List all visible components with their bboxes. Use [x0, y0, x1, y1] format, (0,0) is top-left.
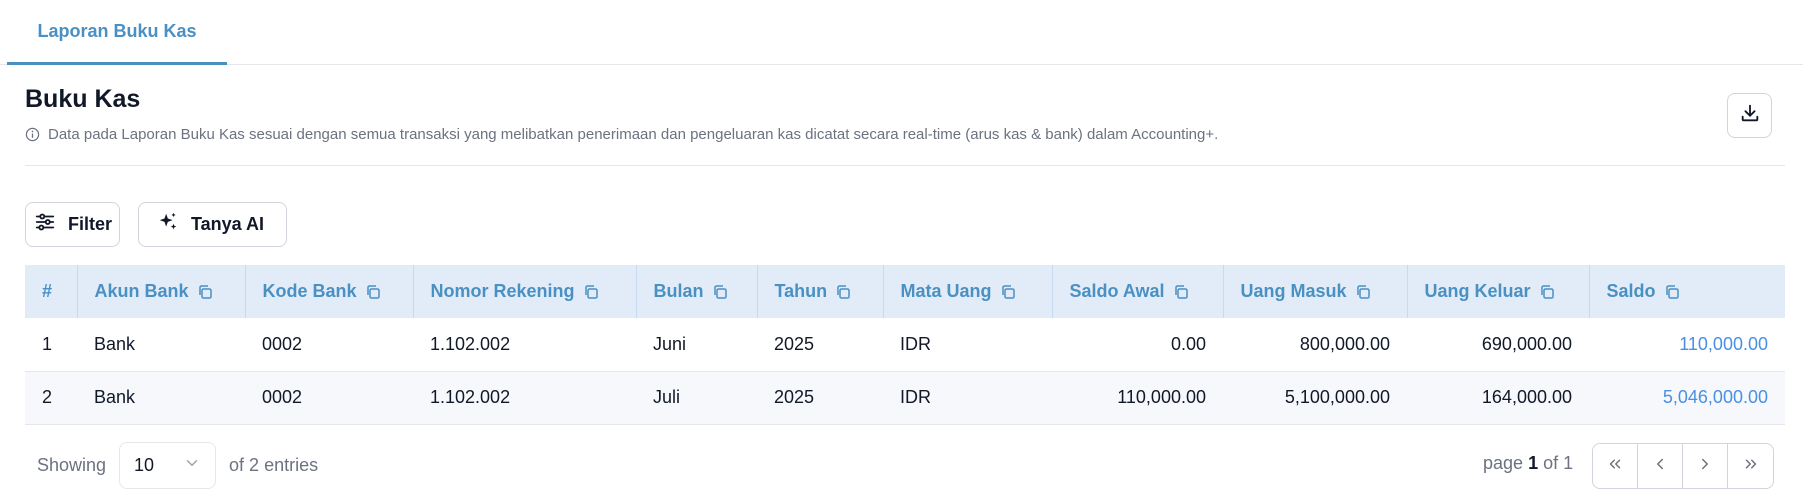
column-header-bulan[interactable]: Bulan [636, 265, 758, 318]
column-header-kode-bank[interactable]: Kode Bank [245, 265, 414, 318]
tab-laporan-buku-kas[interactable]: Laporan Buku Kas [7, 0, 227, 65]
download-button[interactable] [1727, 93, 1772, 138]
pagination-summary: Showing 10 of 2 entries [37, 442, 318, 489]
cell-tahun: 2025 [774, 333, 815, 354]
table-row: 1 Bank 0002 1.102.002 Juni 2025 IDR 0.00… [25, 318, 1785, 371]
column-header-number: # [25, 265, 78, 318]
column-header-label: Mata Uang [900, 281, 992, 301]
cell-saldo-link[interactable]: 110,000.00 [1589, 318, 1785, 371]
chevron-down-icon [183, 454, 201, 477]
table-header-row: # Akun Bank Kode Bank Nomor Rekening Bul… [25, 265, 1785, 318]
tanya-ai-button[interactable]: Tanya AI [138, 202, 287, 247]
copy-icon[interactable] [712, 284, 728, 300]
copy-icon[interactable] [1664, 284, 1680, 300]
cell-number: 2 [42, 387, 53, 407]
cash-book-table: # Akun Bank Kode Bank Nomor Rekening Bul… [25, 265, 1785, 425]
cell-uang-masuk: 5,100,000.00 [1284, 387, 1390, 407]
first-page-button[interactable] [1593, 444, 1638, 488]
column-header-label: Kode Bank [262, 281, 357, 301]
next-page-button[interactable] [1683, 444, 1728, 488]
cell-akun-bank: Bank [94, 387, 136, 407]
showing-label: Showing [37, 455, 107, 475]
cell-uang-masuk: 800,000.00 [1299, 333, 1390, 354]
cell-uang-keluar: 164,000.00 [1481, 387, 1572, 407]
sparkles-icon [157, 211, 179, 238]
chevrons-right-icon [1742, 455, 1760, 478]
column-header-nomor-rekening[interactable]: Nomor Rekening [413, 265, 637, 318]
table-row: 2 Bank 0002 1.102.002 Juli 2025 IDR 110,… [25, 371, 1785, 424]
page-size-value: 10 [134, 455, 155, 475]
column-header-label: Akun Bank [94, 281, 189, 301]
cell-bulan: Juni [653, 333, 687, 354]
page-title: Buku Kas [25, 85, 141, 113]
chevron-left-icon [1651, 455, 1669, 478]
column-header-label: Uang Masuk [1240, 281, 1347, 301]
copy-icon[interactable] [835, 284, 851, 300]
filter-button[interactable]: Filter [25, 202, 120, 247]
sliders-icon [34, 211, 56, 238]
cell-nomor-rekening: 1.102.002 [430, 387, 511, 407]
column-header-tahun[interactable]: Tahun [757, 265, 884, 318]
column-header-uang-masuk[interactable]: Uang Masuk [1223, 265, 1408, 318]
chevron-right-icon [1696, 455, 1714, 478]
of-label: of [1543, 453, 1559, 473]
page-description: Data pada Laporan Buku Kas sesuai dengan… [25, 126, 1218, 143]
section-divider [25, 165, 1785, 166]
cell-kode-bank: 0002 [262, 387, 303, 407]
page-description-text: Data pada Laporan Buku Kas sesuai dengan… [48, 126, 1219, 143]
cell-kode-bank: 0002 [262, 333, 303, 354]
entries-text: of 2 entries [229, 455, 319, 475]
last-page-button[interactable] [1728, 444, 1773, 488]
cell-saldo-awal: 110,000.00 [1117, 387, 1206, 407]
cell-number: 1 [42, 333, 53, 354]
column-header-uang-keluar[interactable]: Uang Keluar [1407, 265, 1590, 318]
filter-label: Filter [68, 214, 113, 234]
chevrons-left-icon [1606, 455, 1624, 478]
cell-bulan: Juli [653, 387, 681, 407]
copy-icon[interactable] [1000, 284, 1016, 300]
copy-icon[interactable] [197, 284, 213, 300]
download-icon [1739, 102, 1761, 129]
column-header-label: Tahun [774, 281, 828, 301]
copy-icon[interactable] [1539, 284, 1555, 300]
column-header-label: Saldo [1606, 281, 1656, 301]
cell-mata-uang: IDR [900, 387, 931, 407]
page-label: page [1483, 453, 1524, 473]
cell-tahun: 2025 [774, 387, 815, 407]
column-header-akun-bank[interactable]: Akun Bank [77, 265, 246, 318]
cell-uang-keluar: 690,000.00 [1481, 333, 1572, 354]
tanya-ai-label: Tanya AI [191, 214, 265, 234]
column-header-label: Bulan [653, 281, 704, 301]
cell-nomor-rekening: 1.102.002 [430, 333, 511, 354]
copy-icon[interactable] [365, 284, 381, 300]
cell-saldo-link[interactable]: 5,046,000.00 [1589, 371, 1785, 424]
info-icon [25, 127, 40, 142]
copy-icon[interactable] [1173, 284, 1189, 300]
column-header-label: Uang Keluar [1424, 281, 1531, 301]
tab-bar: Laporan Buku Kas [0, 0, 1803, 65]
copy-icon[interactable] [583, 284, 599, 300]
column-header-label: Saldo Awal [1069, 281, 1165, 301]
cell-mata-uang: IDR [900, 333, 931, 354]
cell-saldo-awal: 0.00 [1170, 333, 1206, 354]
page-size-select[interactable]: 10 [119, 442, 217, 489]
current-page: 1 [1528, 453, 1539, 473]
cell-akun-bank: Bank [94, 333, 136, 354]
page-indicator: page 1 of 1 [1483, 453, 1573, 474]
total-pages: 1 [1563, 453, 1574, 473]
previous-page-button[interactable] [1638, 444, 1683, 488]
column-header-saldo-awal[interactable]: Saldo Awal [1052, 265, 1224, 318]
column-header-label: Nomor Rekening [430, 281, 575, 301]
copy-icon[interactable] [1355, 284, 1371, 300]
column-header-saldo[interactable]: Saldo [1589, 265, 1785, 318]
column-header-mata-uang[interactable]: Mata Uang [883, 265, 1053, 318]
pagination-controls [1592, 443, 1774, 489]
